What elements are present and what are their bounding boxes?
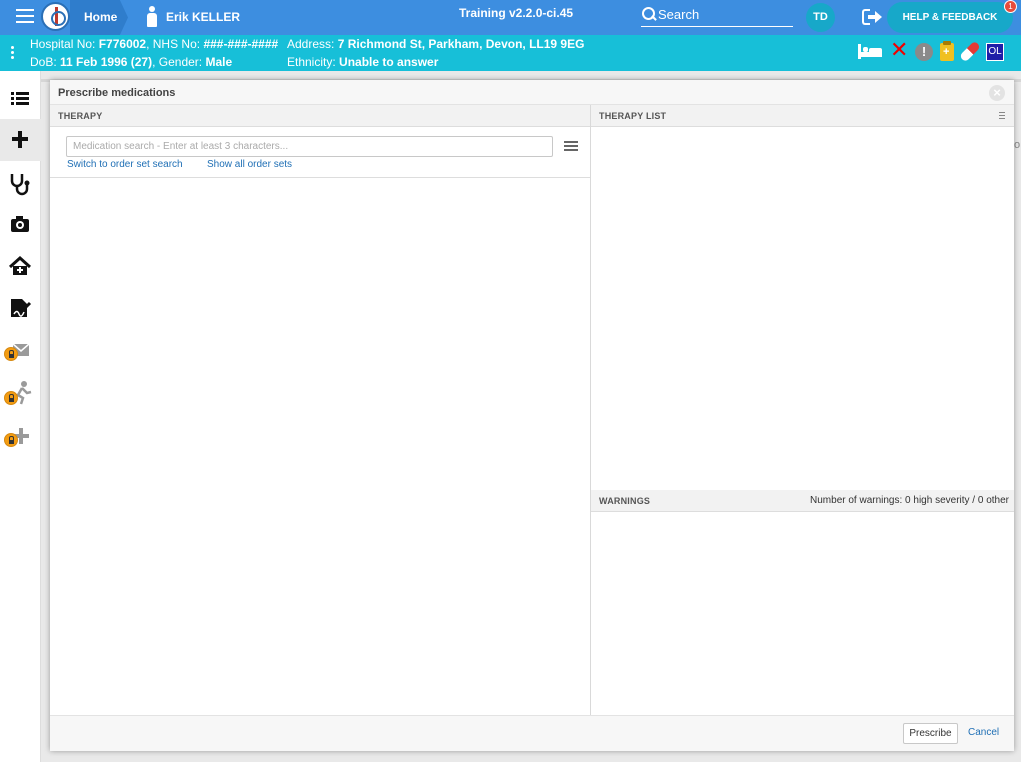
hospital-no-value: F776002 xyxy=(98,37,147,51)
dialog-title: Prescribe medications xyxy=(58,87,176,99)
bed-icon[interactable] xyxy=(858,44,882,59)
kebab-menu-icon[interactable] xyxy=(11,46,15,60)
dob-value: 11 Feb 1996 (27) xyxy=(60,55,153,69)
version-label: Training v2.2.0-ci.45 xyxy=(459,6,574,20)
signature-icon xyxy=(11,299,32,317)
prescribe-button[interactable]: Prescribe xyxy=(903,723,958,744)
show-all-order-sets-link[interactable]: Show all order sets xyxy=(207,159,292,170)
prescribe-medications-dialog: Prescribe medications × THERAPY THERAPY … xyxy=(50,80,1014,751)
ol-badge[interactable]: OL xyxy=(986,43,1004,61)
lock-icon xyxy=(4,433,18,447)
app-logo[interactable] xyxy=(41,2,70,31)
logout-icon[interactable] xyxy=(862,9,882,25)
address-label: Address: xyxy=(287,37,335,51)
gender-value: Male xyxy=(205,55,233,69)
warnings-count: Number of warnings: 0 high severity / 0 … xyxy=(810,495,1009,506)
nav-messages-locked[interactable] xyxy=(0,329,41,371)
red-x-icon[interactable]: ✕ xyxy=(890,40,908,62)
lock-icon xyxy=(4,391,18,405)
dialog-footer: Prescribe Cancel xyxy=(50,715,1014,751)
banner-line-2: DoB: 11 Feb 1996 (27), Gender: Male xyxy=(30,55,233,69)
dob-label: DoB: xyxy=(30,55,57,69)
clipboard-icon[interactable] xyxy=(940,41,954,61)
left-nav xyxy=(0,71,41,762)
nav-list[interactable] xyxy=(0,77,41,119)
breadcrumb-home-label: Home xyxy=(84,10,118,24)
background-edge-text: o xyxy=(1014,139,1021,151)
pill-icon[interactable] xyxy=(959,40,981,63)
medication-search-input[interactable] xyxy=(66,136,553,157)
nav-camera[interactable] xyxy=(0,203,41,245)
breadcrumb-home[interactable]: Home xyxy=(70,0,128,35)
therapy-list-header-label: THERAPY LIST xyxy=(599,111,667,121)
hamburger-menu-icon[interactable] xyxy=(16,9,34,25)
search-label: Search xyxy=(658,7,700,22)
therapy-header-label: THERAPY xyxy=(58,111,103,121)
switch-to-order-set-link[interactable]: Switch to order set search xyxy=(67,159,183,170)
plus-icon xyxy=(12,131,28,148)
banner-line-1: Hospital No: F776002, NHS No: ###-###-##… xyxy=(30,37,279,51)
medication-search-area: Switch to order set search Show all orde… xyxy=(50,127,590,178)
top-bar: Home Erik KELLER Training v2.2.0-ci.45 S… xyxy=(0,0,1021,35)
search-icon xyxy=(642,7,656,21)
person-icon xyxy=(146,6,158,28)
close-icon[interactable]: × xyxy=(989,85,1005,101)
ethnicity-value: Unable to answer xyxy=(339,55,439,69)
hospital-no-label: Hospital No: xyxy=(30,37,96,51)
address-line: Address: 7 Richmond St, Parkham, Devon, … xyxy=(287,37,584,51)
warnings-header-label: WARNINGS xyxy=(599,496,651,506)
patient-banner: Hospital No: F776002, NHS No: ###-###-##… xyxy=(0,35,1021,71)
dialog-header: Prescribe medications × xyxy=(50,80,1014,105)
address-value: 7 Richmond St, Parkham, Devon, LL19 9EG xyxy=(337,37,585,51)
home-plus-icon xyxy=(8,255,32,275)
camera-icon xyxy=(11,216,29,232)
lock-icon xyxy=(4,347,18,361)
nav-add-locked[interactable] xyxy=(0,413,41,455)
gender-label: Gender: xyxy=(158,55,203,69)
help-feedback-button[interactable]: HELP & FEEDBACK xyxy=(887,2,1013,33)
nav-clinical[interactable] xyxy=(0,161,41,203)
breadcrumb-patient-name[interactable]: Erik KELLER xyxy=(166,10,240,24)
cancel-link[interactable]: Cancel xyxy=(968,727,999,738)
search-options-menu-icon[interactable] xyxy=(564,141,578,152)
therapy-pane-header: THERAPY xyxy=(50,105,590,127)
warnings-pane-header: WARNINGS Number of warnings: 0 high seve… xyxy=(591,490,1014,512)
stethoscope-icon xyxy=(10,174,30,196)
nav-add[interactable] xyxy=(0,119,41,161)
pane-divider xyxy=(590,105,591,715)
therapy-list-menu-icon[interactable] xyxy=(999,112,1005,119)
alert-icon[interactable]: ! xyxy=(915,43,933,61)
global-search[interactable]: Search xyxy=(641,4,793,27)
list-icon xyxy=(11,92,29,105)
ethnicity-label: Ethnicity: xyxy=(287,55,336,69)
user-avatar[interactable]: TD xyxy=(806,3,835,32)
help-notification-badge: 1 xyxy=(1004,0,1017,13)
nhs-no-value: ###-###-#### xyxy=(203,37,279,51)
nav-activity-locked[interactable] xyxy=(0,371,41,413)
ethnicity-line: Ethnicity: Unable to answer xyxy=(287,55,438,69)
nhs-no-label: NHS No: xyxy=(152,37,201,51)
therapy-list-pane-header: THERAPY LIST xyxy=(591,105,1014,127)
nav-home[interactable] xyxy=(0,245,41,287)
nav-sign[interactable] xyxy=(0,287,41,329)
